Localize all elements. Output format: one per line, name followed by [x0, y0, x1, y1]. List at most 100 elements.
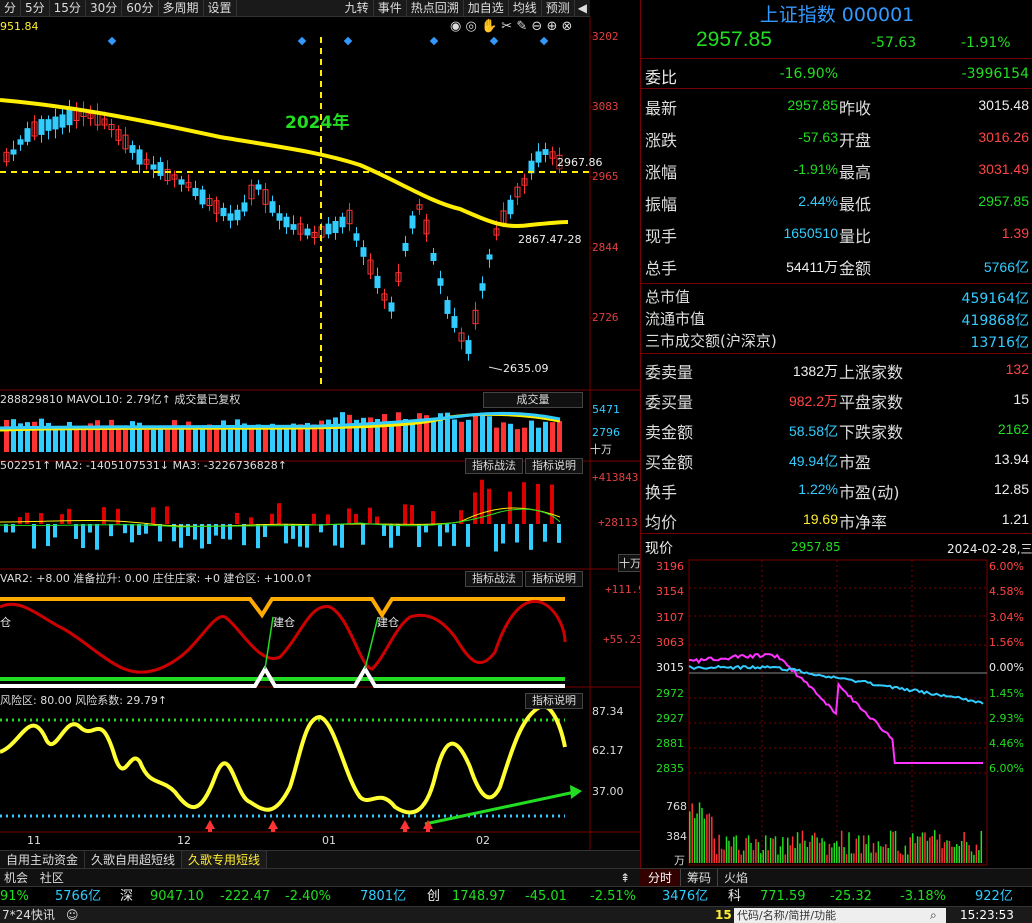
quote-field-value: 5766亿: [983, 259, 1029, 275]
signal-arrows: [205, 820, 433, 832]
ticker-amount: 922亿: [975, 889, 1013, 904]
macd-header: 502251↑ MA2: -1405107531↓ MA3: -32267368…: [0, 459, 287, 472]
event-markers: [107, 36, 549, 46]
quote-field-value: 2.44%: [798, 193, 838, 209]
jiuzhuan-button[interactable]: 九转: [341, 0, 374, 17]
speaker-icon[interactable]: ◀: [575, 1, 590, 15]
quote-field-label: 现手: [645, 227, 678, 246]
news-feed-link[interactable]: 7*24快讯: [2, 907, 55, 923]
tab-community[interactable]: 社区: [36, 871, 68, 885]
intraday-vol-tick: 384: [666, 830, 687, 843]
tab-chips[interactable]: 筹码: [680, 869, 717, 886]
quote-field-value: -1.91%: [793, 161, 838, 177]
quote-field-value: 2957.85: [978, 193, 1029, 209]
ma-line: [0, 98, 569, 229]
quote-field-value: 132: [1005, 361, 1029, 377]
period-5m[interactable]: 5分: [21, 0, 50, 17]
quote-field-label: 下跌家数: [839, 423, 904, 442]
event-button[interactable]: 事件: [374, 0, 407, 17]
status-bar: 7*24快讯 ☺ 15 代码/名称/简拼/功能 ⌕ 15:23:53: [0, 906, 1032, 923]
tab-timeshare[interactable]: 分时: [640, 869, 681, 886]
quote-field-label: 买金额: [645, 453, 694, 472]
macd-tick: +413843: [592, 471, 639, 484]
ticker-name[interactable]: 创: [427, 887, 440, 907]
low-price-label: 2635.09: [503, 362, 549, 375]
intraday-vol-unit: 万: [674, 854, 685, 867]
search-icon[interactable]: ⌕: [930, 907, 937, 923]
lower-nav: 机会 社区 ⇞: [0, 868, 640, 886]
ticker-amount: 7801亿: [360, 889, 407, 904]
quote-field-value: 2162: [997, 421, 1029, 437]
quote-field-value: 3016.26: [978, 129, 1029, 145]
indicator-strategy-button[interactable]: 指标战法: [465, 571, 523, 587]
expand-up-icon[interactable]: ⇞: [620, 869, 630, 887]
intraday-pct-tick: 6.00%: [989, 762, 1024, 776]
quote-field-value: 1.39: [1001, 225, 1029, 241]
ticker-change: -25.32: [830, 889, 872, 904]
volume-bars: [4, 412, 562, 452]
forecast-button[interactable]: 预测: [542, 0, 575, 17]
quote-field-label: 最高: [839, 163, 872, 182]
ma-button[interactable]: 均线: [509, 0, 542, 17]
indicator-help-button[interactable]: 指标说明: [525, 458, 583, 474]
quote-field-label: 开盘: [839, 131, 872, 150]
price-tick: 3083: [592, 100, 619, 113]
intraday-pct-tick: 1.45%: [989, 686, 1024, 700]
risk-tick: 37.00: [592, 785, 624, 798]
quote-pct: -1.91%: [961, 35, 1011, 51]
indicator-help-button[interactable]: 指标说明: [525, 693, 583, 709]
intraday-price-tick: 3196: [656, 560, 684, 573]
intraday-price-tick: 3154: [656, 585, 684, 599]
hotspot-replay-button[interactable]: 热点回溯: [407, 0, 464, 17]
intraday-price-tick: 2835: [656, 762, 684, 776]
period-15m[interactable]: 15分: [50, 0, 86, 17]
indicator-help-button[interactable]: 指标说明: [525, 571, 583, 587]
period-60m[interactable]: 60分: [122, 0, 159, 17]
tab-main-capital[interactable]: 自用主动资金: [0, 851, 86, 868]
quote-field-label: 委卖量: [645, 363, 694, 382]
add-watchlist-button[interactable]: 加自选: [464, 0, 509, 17]
period-toolbar: 分 5分 15分 30分 60分 多周期 设置 九转 事件 热点回溯 加自选 均…: [0, 0, 590, 17]
quote-panel: 上证指数 000001 2957.85 -57.63 -1.91% 委比 -16…: [640, 0, 1032, 870]
tab-opportunity[interactable]: 机会: [0, 871, 32, 885]
intraday-price-tick: 2927: [656, 711, 684, 725]
intraday-pct-tick: 1.56%: [989, 635, 1024, 649]
intraday-date: 2024-02-28,三: [947, 542, 1032, 556]
market-field-value: 13716亿: [970, 335, 1029, 351]
volume-dropdown[interactable]: 成交量: [483, 392, 583, 408]
quote-field-label: 金额: [839, 259, 872, 278]
index-ticker: 91% 5766亿 深 9047.10 -222.47 -2.40% 7801亿…: [0, 886, 1032, 906]
risk-tick: 62.17: [592, 744, 624, 757]
tab-super-short[interactable]: 久歌自用超短线: [85, 851, 183, 868]
high-price-label: 951.84: [0, 20, 39, 33]
ticker-value: 771.59: [760, 889, 806, 904]
market-field-label: 流通市值: [645, 310, 706, 328]
kline-chart-area[interactable]: [0, 17, 640, 850]
quote-field-value: 3031.49: [978, 161, 1029, 177]
search-input[interactable]: 代码/名称/简拼/功能: [734, 908, 946, 923]
ticker-pct: 91%: [0, 889, 29, 904]
quote-field-value: 982.2万: [788, 393, 838, 409]
intraday-pct-tick: 4.58%: [989, 585, 1024, 599]
quote-field-label: 委买量: [645, 393, 694, 412]
intraday-tabs: 分时 筹码 火焰: [640, 868, 1032, 886]
period-30m[interactable]: 30分: [86, 0, 123, 17]
intraday-chart[interactable]: [641, 558, 1032, 870]
ticker-name[interactable]: 科: [728, 887, 741, 907]
intraday-price: 2957.85: [791, 540, 841, 554]
ticker-name[interactable]: 深: [120, 887, 133, 907]
settings-button[interactable]: 设置: [204, 0, 237, 17]
intraday-price-tick: 2972: [656, 686, 684, 700]
tab-short-line[interactable]: 久歌专用短线: [182, 851, 268, 868]
market-field-value: 419868亿: [961, 313, 1029, 329]
quote-field-label: 最新: [645, 99, 678, 118]
quote-field-value: 54411万: [786, 259, 838, 275]
assistant-icon[interactable]: ☺: [66, 907, 79, 923]
macd-tick: +28113: [598, 516, 638, 529]
period-1m[interactable]: 分: [0, 0, 22, 17]
tab-flame[interactable]: 火焰: [717, 869, 754, 886]
indicator-strategy-button[interactable]: 指标战法: [465, 458, 523, 474]
quote-field-label: 振幅: [645, 195, 678, 214]
multi-period-button[interactable]: 多周期: [159, 0, 204, 17]
x-axis-label: 01: [322, 834, 336, 847]
